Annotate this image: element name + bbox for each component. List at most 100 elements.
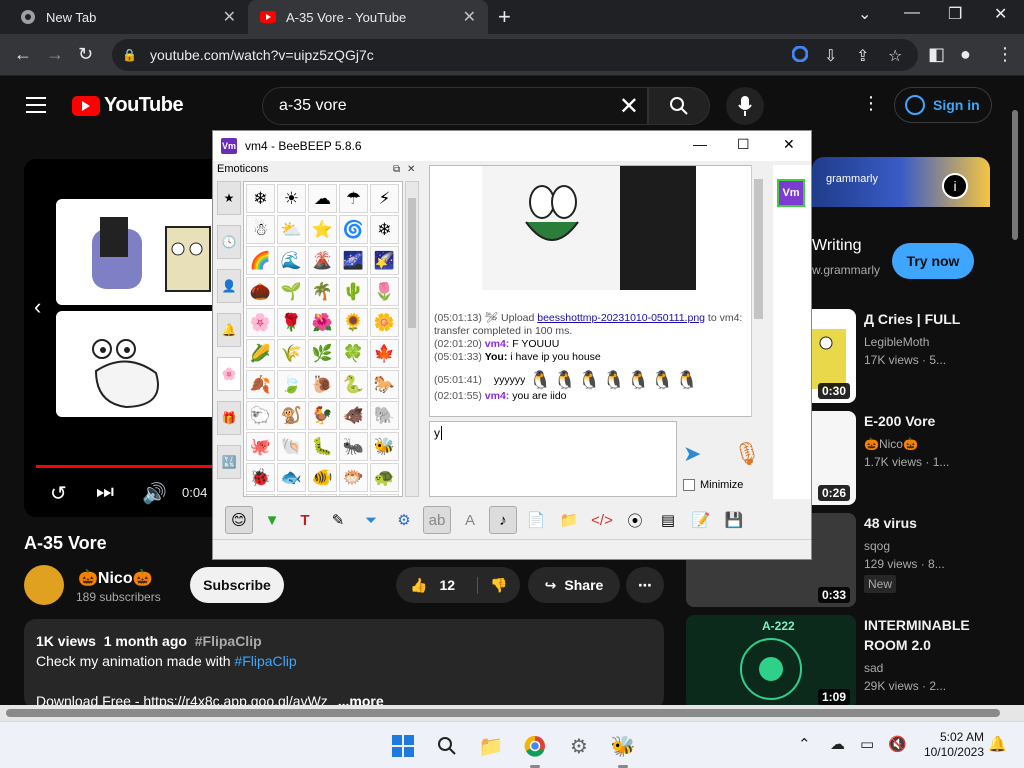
emoticon-cell[interactable]: 🌵 (339, 277, 368, 306)
code-icon[interactable]: </> (588, 506, 616, 534)
emoticon-cell[interactable]: ⛅ (277, 215, 306, 244)
spellcheck-icon[interactable]: ab (423, 506, 451, 534)
clear-search-icon[interactable]: ✕ (619, 92, 639, 121)
bookmark-star-icon[interactable]: ☆ (888, 46, 902, 66)
next-icon[interactable]: ⏭ (96, 481, 114, 504)
scroll-thumb[interactable] (6, 709, 1000, 717)
emoticon-cell[interactable]: 🌋 (308, 246, 337, 275)
notification-bell-icon[interactable]: 🔔 (988, 735, 1007, 753)
emoticon-cell[interactable]: 🐚 (277, 432, 306, 461)
windows-start-icon[interactable] (388, 731, 418, 761)
emoticon-cell[interactable]: 🐟 (277, 463, 306, 492)
emoticon-cell[interactable]: 🌷 (370, 277, 399, 306)
emoticon-cell[interactable]: ⚡ (370, 184, 399, 213)
emoticon-cell[interactable]: 🍁 (370, 339, 399, 368)
objects-category-icon[interactable]: 🎁 (217, 401, 241, 435)
emoticon-cell[interactable]: 🍂 (246, 370, 275, 399)
profile-icon[interactable]: ● (960, 44, 971, 65)
emoticon-cell[interactable]: 🍀 (339, 339, 368, 368)
send-file-icon[interactable]: 📄 (522, 506, 550, 534)
font-icon[interactable]: T (291, 506, 319, 534)
chevron-down-icon[interactable]: ⌄ (858, 4, 871, 24)
emoticon-cell[interactable]: ❄ (370, 215, 399, 244)
emoticon-cell[interactable]: 🌈 (246, 246, 275, 275)
minimize-icon[interactable]: — (693, 136, 707, 152)
try-now-button[interactable]: Try now (892, 243, 974, 279)
tab-new-tab[interactable]: New Tab ✕ (8, 0, 248, 34)
emoticon-cell[interactable]: 🌴 (308, 277, 337, 306)
vertical-scrollbar[interactable] (1012, 110, 1018, 240)
search-input[interactable]: a-35 vore ✕ (262, 87, 648, 125)
notes-icon[interactable]: 📝 (687, 506, 715, 534)
info-icon[interactable]: i (942, 173, 968, 199)
reload-icon[interactable]: ↻ (78, 44, 93, 65)
voice-search-button[interactable] (726, 87, 764, 125)
maximize-icon[interactable]: ☐ (737, 136, 750, 153)
message-input[interactable]: y (429, 421, 677, 497)
emoticon-cell[interactable]: ☂ (339, 184, 368, 213)
emoticon-cell[interactable]: 🌽 (246, 339, 275, 368)
emoticon-cell[interactable]: 🐞 (246, 463, 275, 492)
emoticon-cell[interactable]: 🐢 (370, 463, 399, 492)
more-actions-button[interactable]: ⋯ (626, 567, 664, 603)
emoticon-cell[interactable]: 🐤 (277, 494, 306, 496)
forward-icon[interactable]: → (46, 44, 64, 65)
emoticon-cell[interactable]: 🌹 (277, 308, 306, 337)
emoticon-cell[interactable]: 🐡 (339, 463, 368, 492)
settings-gear-icon[interactable]: ⚙ (390, 506, 418, 534)
emoticon-cell[interactable]: 🐛 (308, 432, 337, 461)
chevron-up-icon[interactable]: ⌃ (798, 735, 811, 753)
shared-screenshot-preview[interactable] (482, 166, 696, 290)
color-wand-icon[interactable]: ✎ (324, 506, 352, 534)
install-icon[interactable]: ⇩ (824, 46, 837, 66)
side-panel-icon[interactable]: ◧ (928, 44, 945, 65)
emoticon-cell[interactable]: 🐍 (339, 370, 368, 399)
music-note-icon[interactable]: ♪ (489, 506, 517, 534)
close-tab-icon[interactable]: ✕ (463, 7, 476, 27)
emoticon-cell[interactable]: 🐑 (246, 401, 275, 430)
address-bar[interactable]: 🔒 youtube.com/watch?v=uipz5zQGj7c ⇩ ⇪ ☆ (112, 39, 918, 71)
back-icon[interactable]: ← (14, 44, 32, 65)
flower-category-icon[interactable]: 🌸 (217, 357, 241, 391)
emoticon-cell[interactable]: 🌌 (339, 246, 368, 275)
emoticon-cell[interactable]: 🐠 (308, 463, 337, 492)
grammarly-ad[interactable]: grammarly i Writing w.grammarly Try now (812, 157, 990, 297)
volume-icon[interactable]: 🔊 (142, 481, 167, 506)
save-icon[interactable]: 💾 (720, 506, 748, 534)
menu-kebab-icon[interactable]: ⋮ (996, 44, 1014, 65)
emoticon-cell[interactable]: 🌾 (277, 339, 306, 368)
emoticon-cell[interactable]: 🌸 (246, 308, 275, 337)
minimize-window-icon[interactable]: — (904, 4, 920, 22)
emoticon-cell[interactable]: ☃ (246, 215, 275, 244)
channel-name[interactable]: 🎃Nico🎃 (78, 568, 153, 588)
share-button[interactable]: ↪ Share (528, 567, 620, 603)
replay-icon[interactable]: ↺ (50, 481, 67, 506)
emoticon-cell[interactable]: ⭐ (308, 215, 337, 244)
emoticon-cell[interactable]: ☀ (277, 184, 306, 213)
chat-scrollbar[interactable] (751, 165, 765, 417)
emoticon-cell[interactable]: 🌀 (339, 215, 368, 244)
dictionary-icon[interactable]: A (456, 506, 484, 534)
settings-kebab-icon[interactable]: ⋮ (862, 93, 880, 114)
beebeep-taskbar-icon[interactable]: 🐝 (608, 731, 638, 768)
emoticon-cell[interactable]: 🐧 (370, 494, 399, 496)
people-category-icon[interactable]: 👤 (217, 269, 241, 303)
emoticon-icon[interactable]: 😊 (225, 506, 253, 534)
tab-youtube[interactable]: A-35 Vore - YouTube ✕ (248, 0, 488, 34)
emoticon-cell[interactable]: 🐦 (339, 494, 368, 496)
green-arrow-icon[interactable]: ▼ (258, 506, 286, 534)
description-box[interactable]: 1K views 1 month ago #FlipaClip Check my… (24, 619, 664, 705)
hashtag-link[interactable]: #FlipaClip (195, 633, 262, 649)
share-icon[interactable]: ⇪ (856, 46, 869, 66)
close-window-icon[interactable]: ✕ (994, 4, 1007, 24)
emoticon-cell[interactable]: 🌺 (308, 308, 337, 337)
emoticon-cell[interactable]: 🐣 (246, 494, 275, 496)
file-link[interactable]: beesshottmp-20231010-050111.png (537, 312, 705, 324)
sign-in-button[interactable]: Sign in (894, 87, 992, 123)
star-category-icon[interactable]: ★ (217, 181, 241, 215)
volume-muted-icon[interactable]: 🔇 (888, 735, 907, 753)
emoticon-cell[interactable]: 🐎 (370, 370, 399, 399)
emoticon-cell[interactable]: 🐙 (246, 432, 275, 461)
emoticon-cell[interactable]: 🐓 (308, 401, 337, 430)
emoticon-cell[interactable]: 🌼 (370, 308, 399, 337)
